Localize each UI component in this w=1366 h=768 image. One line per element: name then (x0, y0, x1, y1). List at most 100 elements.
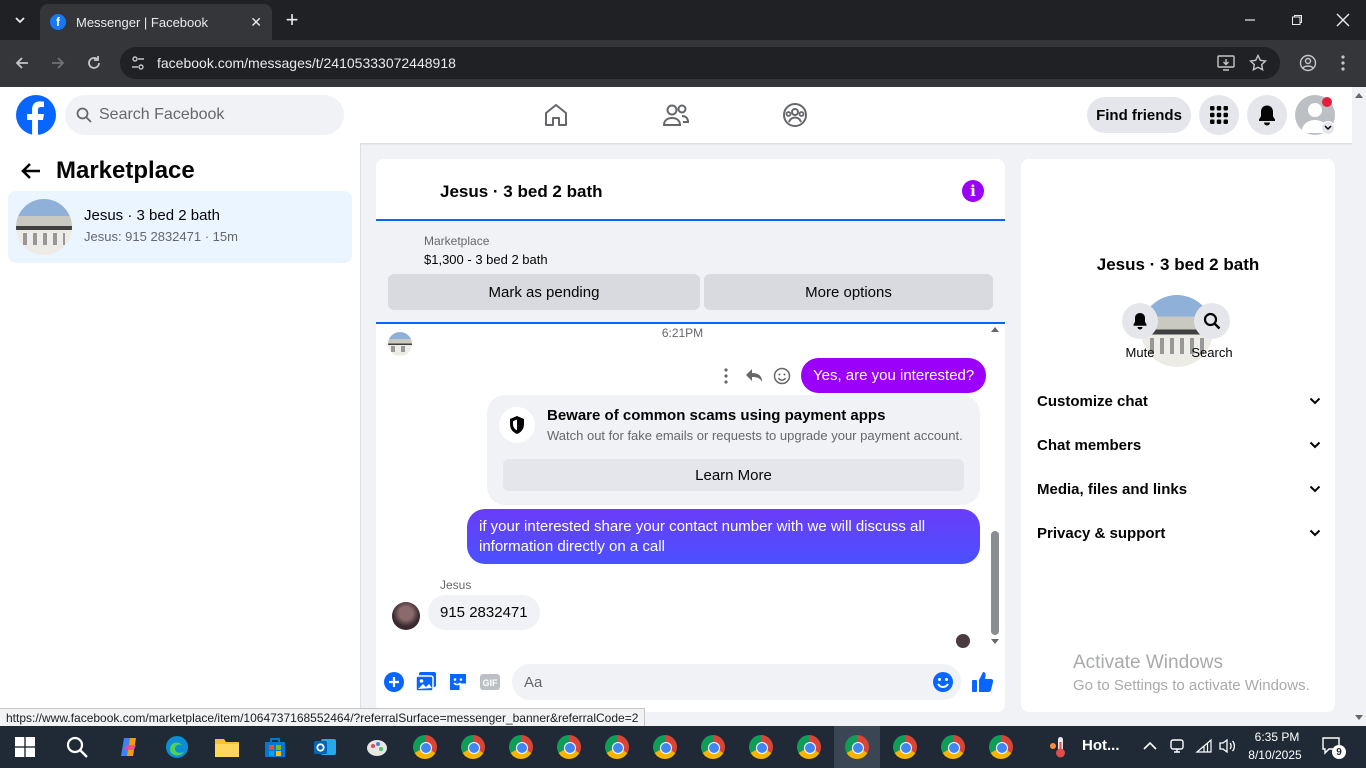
site-info-tune-icon[interactable] (126, 51, 150, 75)
tray-chevron-up-icon[interactable] (1142, 738, 1158, 754)
facebook-search-input[interactable]: Search Facebook (65, 95, 344, 135)
window-close-icon[interactable] (1331, 8, 1355, 32)
attach-photo-icon[interactable] (414, 670, 438, 694)
message-bubble-sent[interactable]: Yes, are you interested? (801, 358, 987, 393)
privacy-support-section[interactable]: Privacy & support (1037, 521, 1321, 545)
chrome-profile-icon-active[interactable] (842, 732, 872, 762)
chrome-profile-icon[interactable] (554, 732, 584, 762)
facebook-favicon-icon: f (50, 14, 66, 30)
address-bar[interactable]: facebook.com/messages/t/2410533307244891… (120, 47, 1280, 79)
outlook-icon[interactable] (310, 732, 340, 762)
listing-price-title[interactable]: $1,300 - 3 bed 2 bath (424, 252, 548, 267)
more-actions-kebab-icon[interactable] (716, 366, 736, 386)
reload-icon[interactable] (82, 51, 106, 75)
browser-tab-messenger[interactable]: f Messenger | Facebook ✕ (40, 4, 272, 40)
sticker-icon[interactable] (446, 670, 470, 694)
back-arrow-icon[interactable] (10, 51, 34, 75)
chrome-profile-icon[interactable] (650, 732, 680, 762)
notifications-button[interactable] (1247, 95, 1287, 135)
file-explorer-icon[interactable] (212, 732, 242, 762)
emoji-smiley-icon[interactable] (931, 670, 955, 694)
listing-source: Marketplace (424, 234, 490, 248)
message-input-placeholder: Aa (524, 673, 543, 691)
clock-time[interactable]: 6:35 PM (1248, 730, 1306, 744)
chrome-profile-icon[interactable] (746, 732, 776, 762)
profile-icon[interactable] (1296, 51, 1320, 75)
chrome-profile-icon[interactable] (506, 732, 536, 762)
bookmark-star-icon[interactable] (1246, 51, 1270, 75)
message-bubble-received[interactable]: 915 2832471 (428, 595, 540, 630)
bell-icon (1133, 313, 1147, 330)
sender-avatar[interactable] (392, 602, 420, 630)
activate-windows-subtitle: Go to Settings to activate Windows. (1073, 677, 1310, 694)
gif-icon[interactable]: GIF (478, 670, 502, 694)
panel-title: Marketplace (56, 157, 195, 184)
message-timestamp: 6:21PM (661, 326, 704, 340)
chat-scrollbar-thumb[interactable] (991, 531, 999, 635)
weather-thermometer-icon[interactable] (1048, 735, 1072, 759)
nav-friends-icon[interactable] (660, 99, 692, 131)
thumbs-up-like-icon[interactable] (971, 670, 995, 694)
new-tab-plus-icon[interactable]: + (280, 7, 304, 32)
volume-speaker-icon[interactable] (1218, 738, 1236, 754)
search-in-chat-button[interactable] (1194, 303, 1230, 339)
nav-home-icon[interactable] (540, 99, 572, 131)
chat-title[interactable]: Jesus · 3 bed 2 bath (440, 182, 603, 202)
window-minimize-icon[interactable] (1238, 8, 1262, 32)
microsoft-store-icon[interactable] (260, 732, 290, 762)
chevron-down-icon (1309, 529, 1321, 537)
paint-app-icon[interactable] (362, 732, 392, 762)
add-plus-circle-icon[interactable] (382, 670, 406, 694)
section-label: Chat members (1037, 436, 1142, 454)
weather-label[interactable]: Hot... (1082, 737, 1120, 754)
chrome-profile-icon[interactable] (698, 732, 728, 762)
chrome-profile-icon[interactable] (986, 732, 1016, 762)
message-input[interactable]: Aa (512, 664, 961, 700)
address-url: facebook.com/messages/t/2410533307244891… (157, 55, 456, 71)
window-restore-icon[interactable] (1285, 8, 1309, 32)
nav-groups-icon[interactable] (779, 99, 811, 131)
windows-start-icon[interactable] (10, 732, 40, 762)
chrome-profile-icon[interactable] (890, 732, 920, 762)
tab-search-chevron-icon[interactable] (8, 8, 32, 32)
menu-grid-button[interactable] (1199, 95, 1239, 135)
account-chevron-down-icon[interactable] (1321, 121, 1335, 135)
section-label: Customize chat (1037, 392, 1148, 410)
scam-warning-description: Watch out for fake emails or requests to… (547, 428, 963, 443)
more-options-button[interactable]: More options (704, 274, 993, 310)
listing-divider (376, 322, 1005, 324)
edge-browser-icon[interactable] (162, 732, 192, 762)
meet-now-icon[interactable] (1169, 738, 1185, 754)
chrome-profile-icon[interactable] (602, 732, 632, 762)
forward-arrow-icon[interactable] (46, 51, 70, 75)
browser-menu-kebab-icon[interactable] (1331, 51, 1355, 75)
media-files-links-section[interactable]: Media, files and links (1037, 477, 1321, 501)
copilot-icon[interactable] (114, 732, 144, 762)
facebook-logo-icon[interactable] (16, 95, 56, 135)
reply-icon[interactable] (744, 366, 764, 386)
install-app-icon[interactable] (1214, 51, 1238, 75)
chrome-profile-icon[interactable] (410, 732, 440, 762)
chrome-profile-icon[interactable] (458, 732, 488, 762)
customize-chat-section[interactable]: Customize chat (1037, 389, 1321, 413)
back-arrow-icon[interactable] (20, 160, 42, 182)
chrome-profile-icon[interactable] (794, 732, 824, 762)
find-friends-button[interactable]: Find friends (1087, 97, 1191, 133)
tab-close-icon[interactable]: ✕ (250, 14, 262, 31)
windows-taskbar (0, 726, 1366, 768)
react-smiley-icon[interactable] (772, 366, 792, 386)
info-icon[interactable]: i (962, 180, 984, 202)
learn-more-button[interactable]: Learn More (503, 459, 964, 491)
mark-as-pending-button[interactable]: Mark as pending (388, 274, 700, 310)
page-scrollbar[interactable] (1352, 87, 1366, 726)
taskbar-search-icon[interactable] (62, 732, 92, 762)
mute-button[interactable] (1122, 303, 1158, 339)
chrome-profile-icon[interactable] (938, 732, 968, 762)
conversation-name: Jesus · 3 bed 2 bath (84, 207, 220, 224)
chat-members-section[interactable]: Chat members (1037, 433, 1321, 457)
wifi-icon[interactable] (1195, 738, 1213, 754)
clock-date[interactable]: 8/10/2025 (1240, 748, 1310, 762)
message-bubble-sent[interactable]: if your interested share your contact nu… (467, 509, 980, 564)
activate-windows-title: Activate Windows (1073, 652, 1223, 673)
search-icon (1203, 312, 1221, 330)
